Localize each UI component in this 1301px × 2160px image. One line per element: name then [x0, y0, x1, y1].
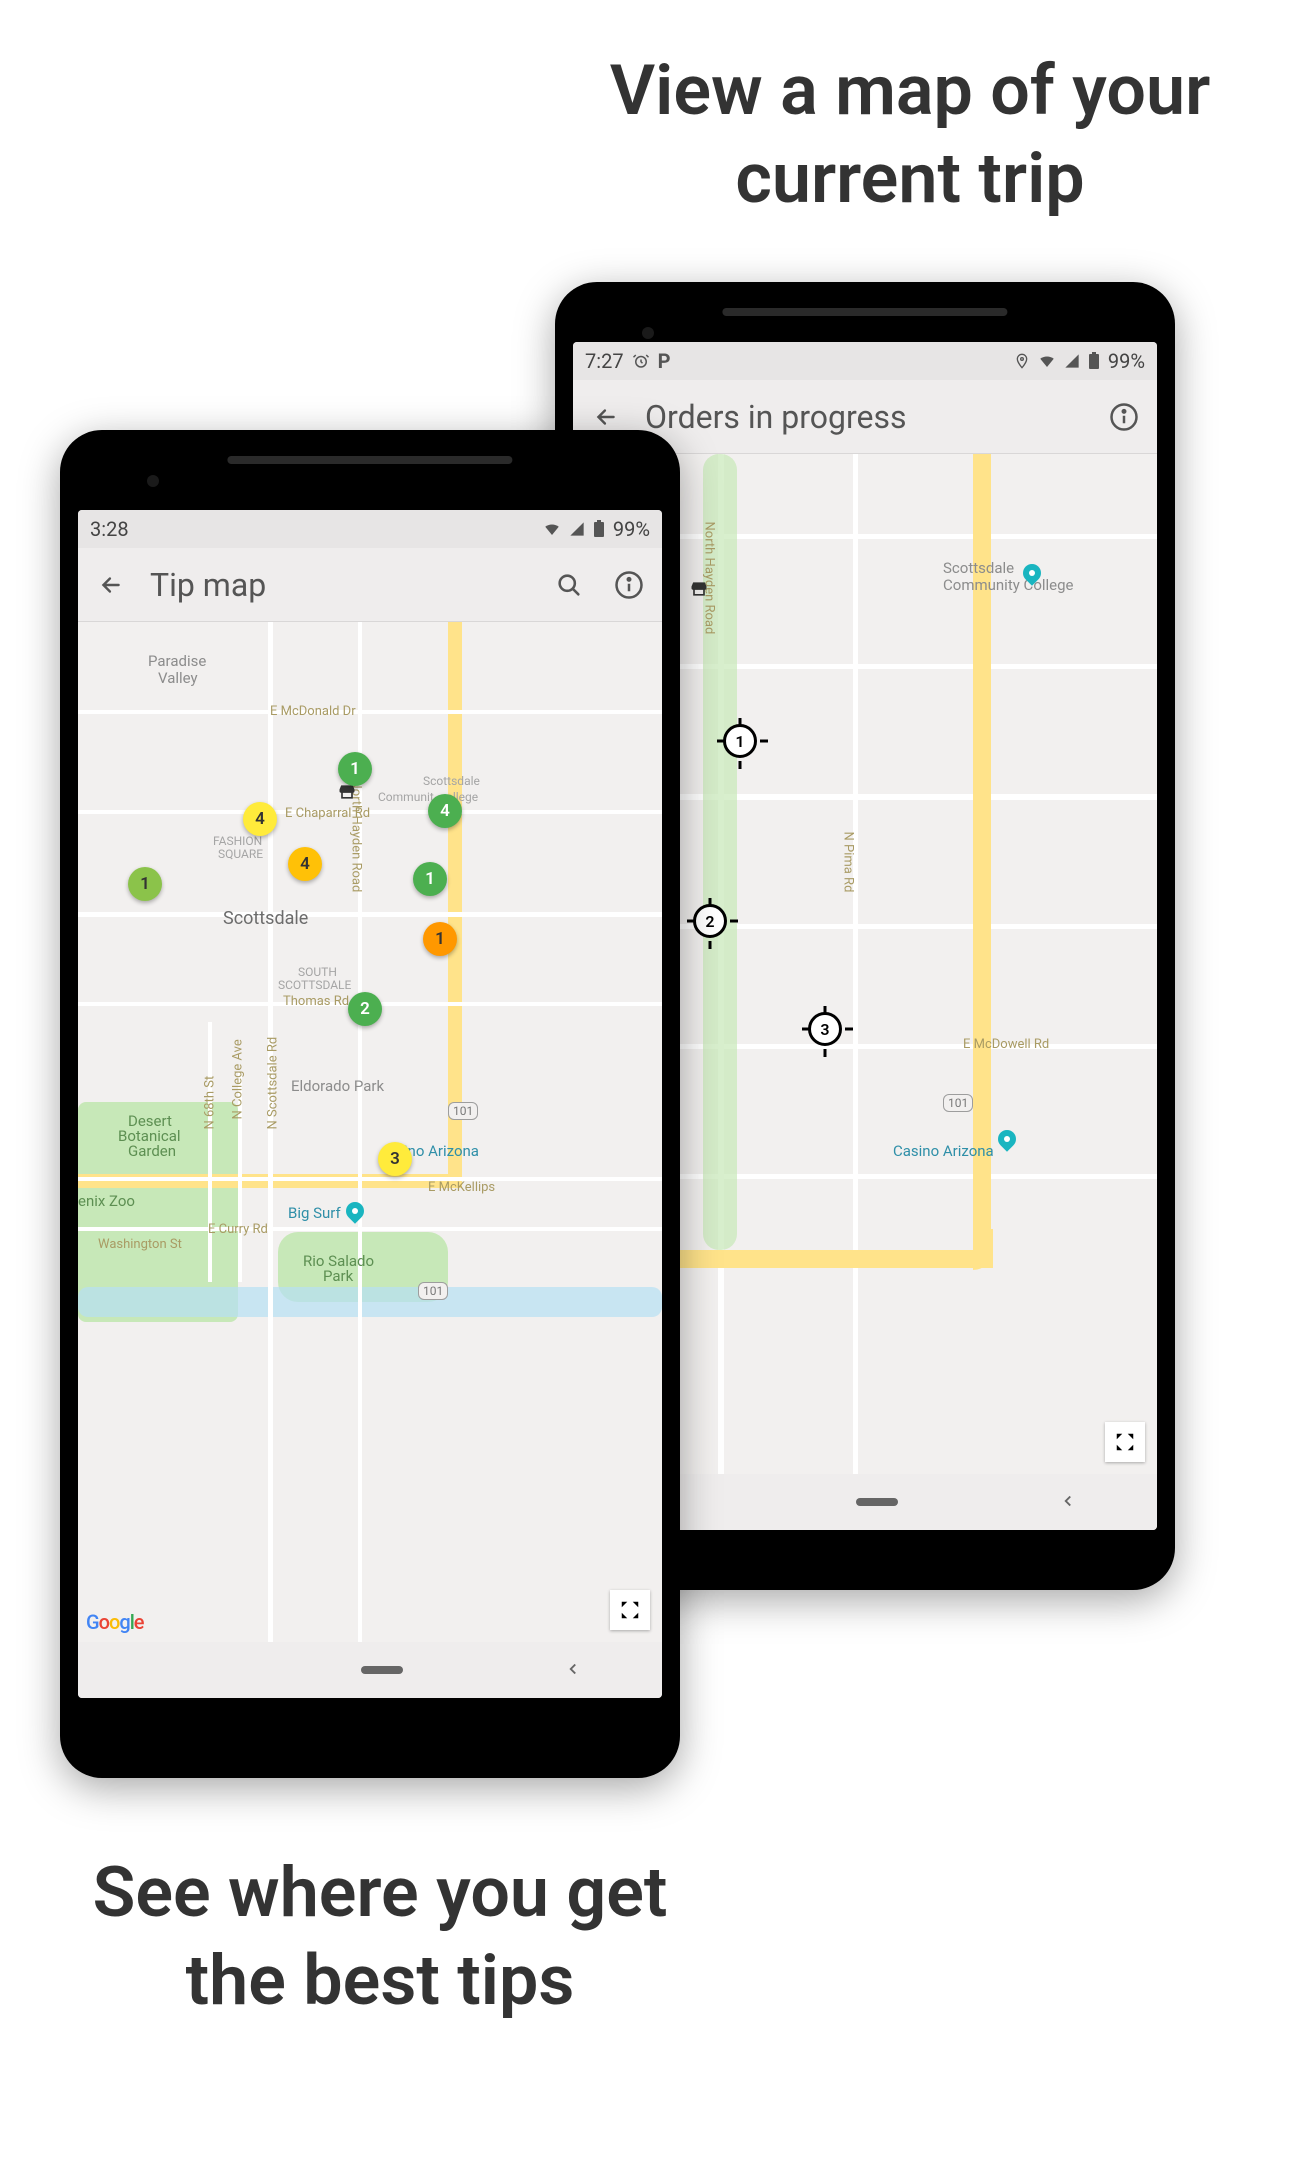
back-button[interactable]	[90, 564, 132, 606]
target-marker-2[interactable]: 2	[693, 904, 727, 938]
tip-marker-2[interactable]: 4	[288, 847, 322, 881]
headline-bottom: See where you get the best tips	[40, 1850, 720, 2025]
tip-marker-3[interactable]: 4	[428, 794, 462, 828]
store-icon	[688, 579, 710, 599]
status-time: 7:27	[585, 349, 624, 373]
android-nav-bar	[78, 1642, 662, 1698]
map-label-hayden: North Hayden Road	[702, 522, 717, 635]
map-label-pima: N Pima Rd	[841, 832, 856, 893]
status-bar: 3:28 99%	[78, 510, 662, 548]
map-label-mcdowell: E McDowell Rd	[963, 1037, 1049, 1052]
target-marker-3[interactable]: 3	[808, 1012, 842, 1046]
map-label-eldorado: Eldorado Park	[291, 1077, 384, 1095]
status-battery-pct: 99%	[613, 517, 650, 541]
appbar-title: Tip map	[150, 566, 530, 604]
signal-icon	[569, 521, 585, 537]
appbar-title: Orders in progress	[645, 398, 1085, 436]
phone-frame-left: 3:28 99%	[60, 430, 680, 1778]
battery-icon	[1088, 352, 1100, 370]
tip-marker-5[interactable]: 1	[128, 867, 162, 901]
map-label-scc-1: Scottsdale	[423, 774, 480, 788]
map-label-desert-3: Garden	[128, 1142, 176, 1160]
map-label-mcdonald: E McDonald Dr	[270, 704, 356, 719]
target-marker-1[interactable]: 1	[723, 724, 757, 758]
nav-home-pill[interactable]	[361, 1666, 403, 1674]
tip-marker-1[interactable]: 4	[243, 802, 277, 836]
app-bar: Tip map	[78, 548, 662, 622]
tip-marker-6[interactable]: 1	[423, 922, 457, 956]
fullscreen-button[interactable]	[610, 1590, 650, 1630]
map-label-paradise-1: Paradise	[148, 652, 206, 670]
tip-marker-7[interactable]: 2	[348, 992, 382, 1026]
map-view[interactable]: Paradise Valley Scottsdale FASHION SQUAR…	[78, 622, 662, 1642]
map-label-washington: Washington St	[98, 1237, 182, 1252]
tip-marker-4[interactable]: 1	[413, 862, 447, 896]
map-label-scc-2: Community College	[943, 576, 1074, 594]
info-button[interactable]	[1103, 396, 1145, 438]
hwy-shield-101b: 101	[418, 1282, 448, 1300]
map-label-curry: E Curry Rd	[208, 1222, 268, 1237]
map-label-paradise-2: Valley	[158, 669, 198, 687]
phone-screen-left: 3:28 99%	[78, 510, 662, 1698]
map-label-riosalado-2: Park	[323, 1267, 353, 1285]
map-label-scc-1: Scottsdale	[943, 559, 1014, 577]
nav-back-button[interactable]	[1059, 1487, 1077, 1517]
nav-home-pill[interactable]	[856, 1498, 898, 1506]
map-label-scottsdale: Scottsdale	[223, 908, 308, 929]
fullscreen-button[interactable]	[1105, 1422, 1145, 1462]
map-label-thomas: Thomas Rd	[283, 994, 349, 1009]
map-label-college: N College Ave	[231, 1039, 246, 1119]
headline-top: View a map of your current trip	[560, 48, 1260, 223]
status-time: 3:28	[90, 517, 129, 541]
signal-icon	[1064, 353, 1080, 369]
wifi-icon	[543, 520, 561, 538]
info-button[interactable]	[608, 564, 650, 606]
p-icon: P	[658, 349, 671, 373]
phone-speaker	[722, 308, 1007, 316]
phone-camera-dot	[642, 327, 654, 339]
map-label-mckellips: E McKellips	[428, 1180, 495, 1195]
tip-marker-0[interactable]: 1	[338, 752, 372, 786]
map-label-scotts-rd: N Scottsdale Rd	[266, 1037, 281, 1130]
search-button[interactable]	[548, 564, 590, 606]
map-label-n68: N 68th St	[203, 1076, 218, 1130]
map-label-fashion-1: FASHION	[213, 834, 262, 848]
map-label-zoo: enix Zoo	[78, 1192, 135, 1210]
map-label-south-1: SOUTH	[298, 965, 337, 979]
wifi-icon	[1038, 352, 1056, 370]
poi-pin-casino	[994, 1126, 1019, 1151]
alarm-icon	[632, 352, 650, 370]
tip-marker-8[interactable]: 3	[378, 1142, 412, 1176]
hwy-shield-101: 101	[943, 1094, 973, 1112]
map-label-bigsurf: Big Surf	[288, 1204, 341, 1222]
phone-camera-dot	[147, 475, 159, 487]
map-label-fashion-2: SQUARE	[218, 847, 263, 861]
map-label-casino: Casino Arizona	[893, 1142, 994, 1160]
status-bar: 7:27 P	[573, 342, 1157, 380]
google-logo: Google	[86, 1610, 144, 1634]
phone-speaker	[227, 456, 512, 464]
location-icon	[1014, 353, 1030, 369]
nav-back-button[interactable]	[564, 1655, 582, 1685]
status-battery-pct: 99%	[1108, 349, 1145, 373]
poi-pin-bigsurf	[342, 1198, 367, 1223]
battery-icon	[593, 520, 605, 538]
hwy-shield-101a: 101	[448, 1102, 478, 1120]
map-label-scc-2: Communit	[378, 790, 434, 804]
map-label-south-2: SCOTTSDALE	[278, 978, 351, 992]
